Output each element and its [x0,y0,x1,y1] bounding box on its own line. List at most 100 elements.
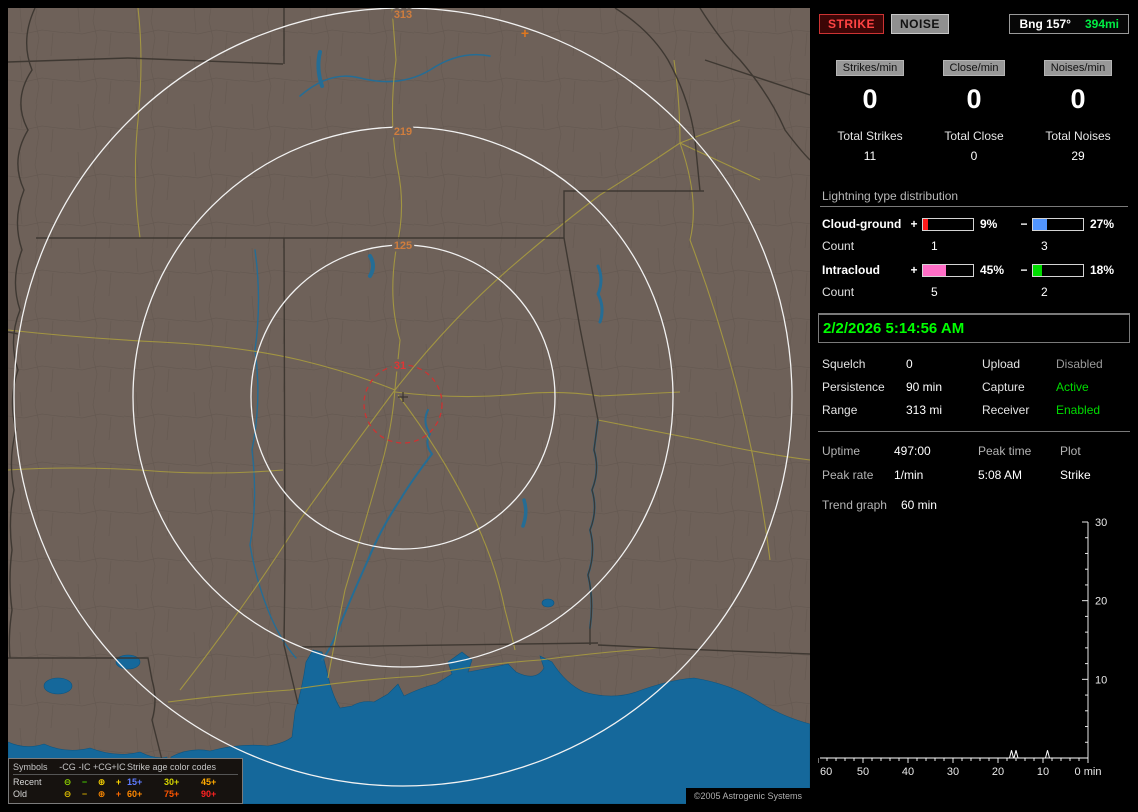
strikes-per-min-column: Strikes/min 0 Total Strikes 11 [818,60,922,163]
range-ring-label-313: 313 [394,9,412,21]
pos-cg-recent-icon: ⊕ [97,777,106,787]
capture-label: Capture [982,380,1025,394]
copyright-notice: ©2005 Astrogenic Systems [685,788,810,804]
rate-counters: Strikes/min 0 Total Strikes 11 Close/min… [818,60,1130,163]
bearing-readout: Bng 157° 394mi [1009,14,1129,34]
receiver-status: Enabled [1056,403,1101,417]
strike-symbol-icon: + [521,25,529,41]
age-code-75: 75+ [164,789,180,799]
svg-text:50: 50 [857,766,869,778]
svg-text:40: 40 [902,766,914,778]
close-per-min-value: 0 [966,84,982,114]
svg-text:60: 60 [820,766,832,778]
ic-negative-count: 2 [1041,285,1048,299]
persistence-value: 90 min [906,380,943,394]
cg-negative-bar-fill [1033,218,1047,230]
upload-status: Disabled [1056,357,1103,371]
ic-positive-bar [922,263,974,277]
separator [818,431,1130,432]
age-code-15: 15+ [127,777,143,787]
cg-negative-pct: 27% [1090,217,1115,231]
ic-negative-bar [1032,263,1084,277]
range-label: Range [822,403,858,417]
svg-text:30: 30 [947,766,959,778]
total-noises-value: 29 [1071,149,1085,163]
map-canvas[interactable]: 313 219 125 31 + [8,8,810,804]
pos-ic-old-icon: + [115,789,122,799]
noise-toggle-button[interactable]: NOISE [891,14,949,34]
cg-negative-bar [1032,217,1084,231]
status-panel: STRIKE NOISE Bng 157° 394mi Strikes/min … [818,8,1130,804]
count-label: Count [822,239,855,253]
cloud-ground-row: Cloud-ground + 9% − 27% [820,217,1128,231]
legend-row-old-label: Old [13,789,28,799]
legend-col-neg-ic: -IC [76,761,93,775]
svg-text:20: 20 [992,766,1004,778]
intracloud-row: Intracloud + 45% − 18% [820,263,1128,277]
age-code-30: 30+ [164,777,180,787]
legend-col-pos-ic: +IC [110,761,127,775]
legend-symbols-label: Symbols [13,761,59,775]
age-code-90: 90+ [201,789,217,799]
legend-age-title: Strike age color codes [127,761,238,775]
ic-positive-count: 5 [931,285,938,299]
bearing-range-value: 394mi [1084,17,1119,31]
peak-rate-value: 1/min [894,468,924,482]
range-ring-label-125: 125 [394,240,412,252]
intracloud-count-row: Count 5 2 [820,285,1128,299]
squelch-value: 0 [906,357,913,371]
ic-negative-bar-fill [1033,264,1042,276]
pos-ic-recent-icon: + [115,777,122,787]
lightning-type-distribution: Lightning type distribution Cloud-ground… [820,189,1128,299]
cg-positive-pct: 9% [980,217,998,231]
neg-ic-recent-icon: − [81,777,88,787]
range-value: 313 mi [906,403,943,417]
peak-rate-label: Peak rate [822,468,874,482]
receiver-label: Receiver [982,403,1030,417]
ic-positive-bar-fill [923,264,946,276]
uptime-value: 497:00 [894,444,931,458]
total-close-value: 0 [970,149,978,163]
age-code-60: 60+ [127,789,143,799]
intracloud-label: Intracloud [822,263,881,277]
neg-ic-old-icon: − [81,789,88,799]
count-label: Count [822,285,855,299]
svg-text:10: 10 [1037,766,1049,778]
plus-sign: + [910,217,918,231]
total-noises-label: Total Noises [1045,129,1111,143]
persistence-label: Persistence [822,380,885,394]
plot-value: Strike [1060,468,1091,482]
strikes-per-min-value: 0 [862,84,878,114]
settings-grid: Squelch 0 Upload Disabled Persistence 90… [822,357,1126,417]
bearing-value: Bng 157° [1019,17,1071,31]
total-strikes-label: Total Strikes [837,129,903,143]
lightning-map[interactable]: 313 219 125 31 + Symbols -CG -IC +CG +IC… [8,8,810,804]
map-legend: Symbols -CG -IC +CG +IC Strike age color… [8,758,243,804]
peak-time-label: Peak time [978,444,1032,458]
date-time-display: 2/2/2026 5:14:56 AM [823,320,965,337]
panel-header: STRIKE NOISE Bng 157° 394mi [819,14,1129,34]
distribution-title: Lightning type distribution [820,189,1128,207]
trend-graph-header: Trend graph 60 min [822,498,1126,512]
pos-cg-old-icon: ⊕ [97,789,106,799]
neg-cg-old-icon: ⊖ [63,789,72,799]
svg-text:10: 10 [1095,674,1107,686]
clock-box: 2/2/2026 5:14:56 AM [818,314,1130,343]
range-ring-label-219: 219 [394,126,412,138]
minus-sign: − [1020,263,1028,277]
strike-toggle-button[interactable]: STRIKE [819,14,885,34]
peak-time-value: 5:08 AM [978,468,1023,482]
minus-sign: − [1020,217,1028,231]
svg-text:30: 30 [1095,517,1107,529]
total-close-label: Total Close [944,129,1004,143]
cg-positive-count: 1 [931,239,938,253]
cg-positive-bar [922,217,974,231]
range-ring-label-31: 31 [394,360,406,372]
close-per-min-column: Close/min 0 Total Close 0 [922,60,1026,163]
ic-negative-pct: 18% [1090,263,1115,277]
strikes-per-min-button[interactable]: Strikes/min [835,60,905,76]
stats-grid: Uptime 497:00 Peak time Plot Peak rate 1… [822,444,1126,482]
close-per-min-button[interactable]: Close/min [942,60,1006,76]
uptime-label: Uptime [822,444,861,458]
noises-per-min-button[interactable]: Noises/min [1043,60,1113,76]
